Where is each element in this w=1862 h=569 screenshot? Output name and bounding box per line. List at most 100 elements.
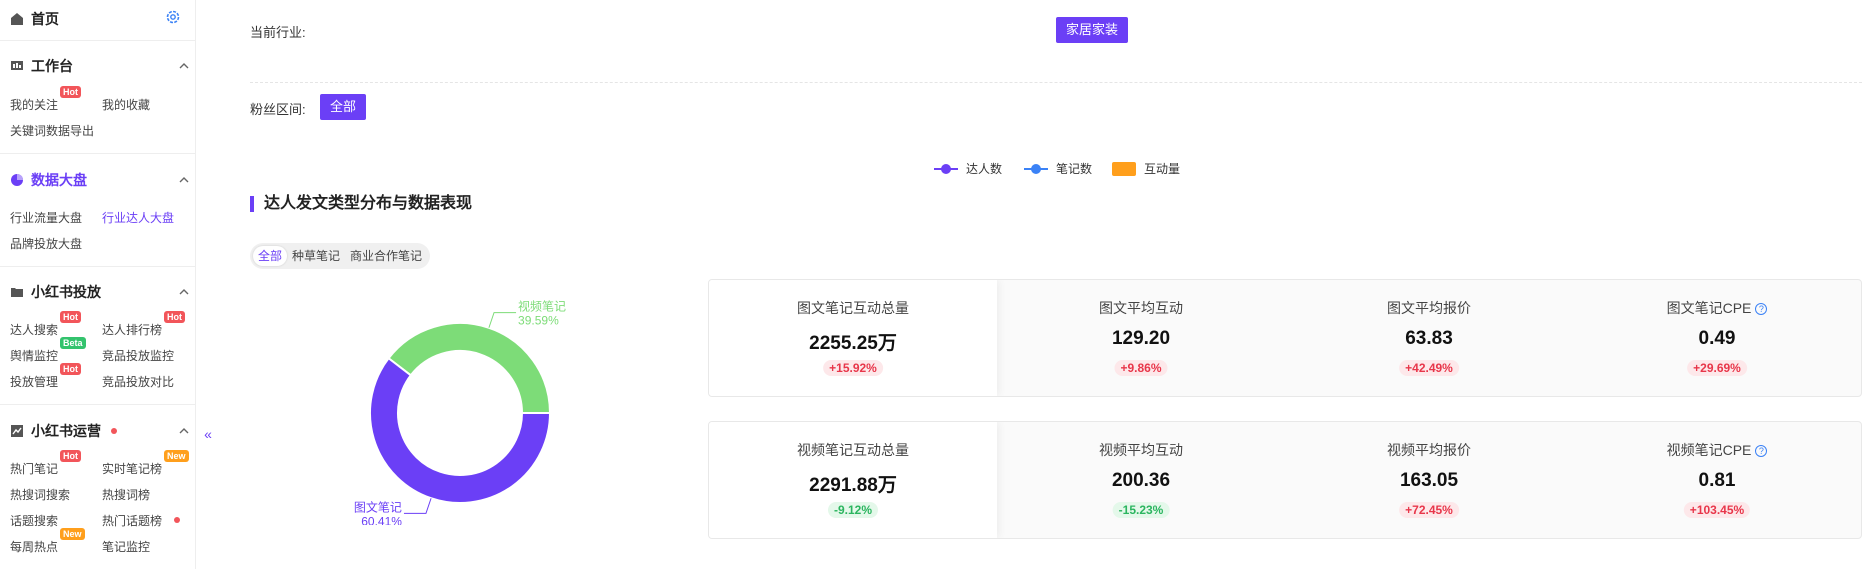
sidebar-item-hot-search-rank[interactable]: 热搜词榜 xyxy=(102,486,150,503)
industry-tag[interactable]: 家居家装 xyxy=(1056,17,1129,43)
stat-cell: 图文笔记互动总量 2255.25万 +15.92% xyxy=(709,280,997,396)
legend-label: 互动量 xyxy=(1144,162,1181,176)
sidebar-item-kol-search[interactable]: 达人搜索 Hot xyxy=(10,311,81,338)
line-swatch-icon xyxy=(1024,163,1048,174)
sidebar-group-xhs-operation[interactable]: 小红书运营 xyxy=(10,421,190,441)
sidebar-group-label: 小红书运营 xyxy=(31,423,101,439)
stat-change: -9.12% xyxy=(827,502,879,518)
stat-cell: 图文平均互动 129.20 +9.86% xyxy=(997,280,1285,396)
divider xyxy=(250,82,1862,83)
sidebar-item-hot-notes[interactable]: 热门笔记 Hot xyxy=(10,450,81,477)
line-swatch-icon xyxy=(934,163,958,174)
stat-cell: 视频平均互动 200.36 -15.23% xyxy=(997,422,1285,538)
new-badge: New xyxy=(164,450,189,462)
sidebar-group-label: 数据大盘 xyxy=(31,172,87,188)
collapse-sidebar-icon[interactable]: « xyxy=(198,424,218,444)
fans-range-tag[interactable]: 全部 xyxy=(320,94,367,120)
sidebar-item-sentiment[interactable]: 舆情监控 Beta xyxy=(10,337,86,364)
sidebar-group-label: 工作台 xyxy=(31,58,73,74)
tab-all[interactable]: 全部 xyxy=(253,246,288,266)
stat-label: 视频平均互动 xyxy=(1099,442,1183,458)
sidebar-item-hot-topics[interactable]: 热门话题榜 xyxy=(102,512,180,529)
stat-label: 视频平均报价 xyxy=(1387,442,1471,458)
sidebar-item-hot-search[interactable]: 热搜词搜索 xyxy=(10,486,70,503)
new-badge: New xyxy=(60,528,85,540)
note-type-tabs: 全部 种草笔记 商业合作笔记 xyxy=(250,243,431,269)
stat-value: 0.81 xyxy=(1698,470,1736,491)
sidebar-item-note-monitor[interactable]: 笔记监控 xyxy=(102,538,150,555)
trend-icon xyxy=(11,425,23,437)
sidebar-item-kol-ranking[interactable]: 达人排行榜 Hot xyxy=(102,311,185,338)
stat-value: 163.05 xyxy=(1399,470,1459,491)
sidebar-item-realtime-notes[interactable]: 实时笔记榜 New xyxy=(102,450,189,477)
folder-icon xyxy=(11,288,23,297)
hot-badge: Hot xyxy=(60,450,81,462)
tab-seeding-notes[interactable]: 种草笔记 xyxy=(287,246,345,266)
tab-commercial-notes[interactable]: 商业合作笔记 xyxy=(345,246,427,266)
stat-label-row: 图文笔记CPE? xyxy=(1573,298,1861,318)
stat-cell: 视频笔记CPE? 0.81 +103.45% xyxy=(1573,422,1861,538)
stat-cell: 图文平均报价 63.83 +42.49% xyxy=(1285,280,1573,396)
stat-label: 图文笔记CPE xyxy=(1666,300,1752,316)
sidebar-item-weekly-hot[interactable]: 每周热点 New xyxy=(10,528,85,555)
help-icon[interactable]: ? xyxy=(1755,303,1768,315)
donut-category-label: 视频笔记 xyxy=(518,299,566,314)
sidebar-group-data-dashboard[interactable]: 数据大盘 xyxy=(10,170,190,190)
chevron-up-icon[interactable] xyxy=(178,174,190,186)
stat-change: +42.49% xyxy=(1399,360,1459,376)
donut-slice-0[interactable] xyxy=(387,322,552,414)
donut-percent-label: 60.41% xyxy=(361,514,402,525)
legend-label: 笔记数 xyxy=(1056,162,1093,176)
gear-icon[interactable] xyxy=(165,9,181,25)
stat-label: 图文笔记互动总量 xyxy=(797,300,909,316)
stat-change: -15.23% xyxy=(1112,502,1170,518)
stat-value: 0.49 xyxy=(1698,328,1736,349)
stat-value: 200.36 xyxy=(1111,470,1171,491)
donut-percent-label: 39.59% xyxy=(518,314,559,328)
sidebar-item-delivery-manage[interactable]: 投放管理 Hot xyxy=(10,363,81,390)
sidebar-item-industry-traffic[interactable]: 行业流量大盘 xyxy=(10,209,82,226)
sidebar-group-label: 小红书投放 xyxy=(31,284,101,300)
sidebar-item-topic-search[interactable]: 话题搜索 xyxy=(10,512,58,529)
sidebar-group-xhs-delivery[interactable]: 小红书投放 xyxy=(10,282,190,302)
chevron-up-icon[interactable] xyxy=(178,60,190,72)
industry-filter-label: 当前行业: xyxy=(250,25,306,40)
sidebar-group-workbench[interactable]: 工作台 xyxy=(10,56,190,76)
sidebar-item-my-favorites[interactable]: 我的收藏 xyxy=(102,96,150,113)
stat-change: +29.69% xyxy=(1687,360,1747,376)
chevron-up-icon[interactable] xyxy=(178,286,190,298)
stat-cell: 视频平均报价 163.05 +72.45% xyxy=(1285,422,1573,538)
legend-item-interactions[interactable]: 互动量 xyxy=(1112,160,1180,177)
legend-item-notes[interactable]: 笔记数 xyxy=(1024,160,1092,177)
donut-category-label: 图文笔记 xyxy=(354,499,402,514)
pie-chart-icon xyxy=(11,174,23,186)
sidebar-home-label: 首页 xyxy=(31,11,59,27)
stat-change: +9.86% xyxy=(1114,360,1168,376)
sidebar-item-brand-delivery[interactable]: 品牌投放大盘 xyxy=(10,235,82,252)
hot-badge: Hot xyxy=(60,311,81,323)
legend-label: 达人数 xyxy=(966,162,1003,176)
stat-change: +15.92% xyxy=(823,360,883,376)
fans-filter-label: 粉丝区间: xyxy=(250,102,306,117)
donut-leader-line xyxy=(403,498,432,514)
stat-value: 129.20 xyxy=(1111,328,1171,349)
sidebar: 首页 工作台 我的关注 Hot 我的收藏 关键词数据导出 数据大盘 行业流量大盘 … xyxy=(0,0,196,569)
help-icon[interactable]: ? xyxy=(1755,445,1768,457)
chevron-up-icon[interactable] xyxy=(178,425,190,437)
notification-dot xyxy=(111,428,117,434)
sidebar-item-competitor-compare[interactable]: 竞品投放对比 xyxy=(102,373,174,390)
sidebar-item-industry-kol[interactable]: 行业达人大盘 xyxy=(102,209,174,226)
legend-item-kols[interactable]: 达人数 xyxy=(934,160,1002,177)
stat-cell: 视频笔记互动总量 2291.88万 -9.12% xyxy=(709,422,997,538)
sidebar-item-home[interactable]: 首页 xyxy=(10,8,190,30)
sidebar-item-my-follow[interactable]: 我的关注 Hot xyxy=(10,86,81,113)
workbench-icon xyxy=(11,61,23,70)
home-icon xyxy=(11,13,23,25)
donut-chart: 视频笔记39.59% 图文笔记60.41% xyxy=(354,299,566,525)
stat-value: 2291.88万 xyxy=(809,475,897,496)
stat-label: 图文平均报价 xyxy=(1387,300,1471,316)
hot-badge: Hot xyxy=(164,311,185,323)
hot-badge: Hot xyxy=(60,86,81,98)
sidebar-item-keyword-export[interactable]: 关键词数据导出 xyxy=(10,122,94,139)
sidebar-item-competitor-monitor[interactable]: 竞品投放监控 xyxy=(102,347,174,364)
